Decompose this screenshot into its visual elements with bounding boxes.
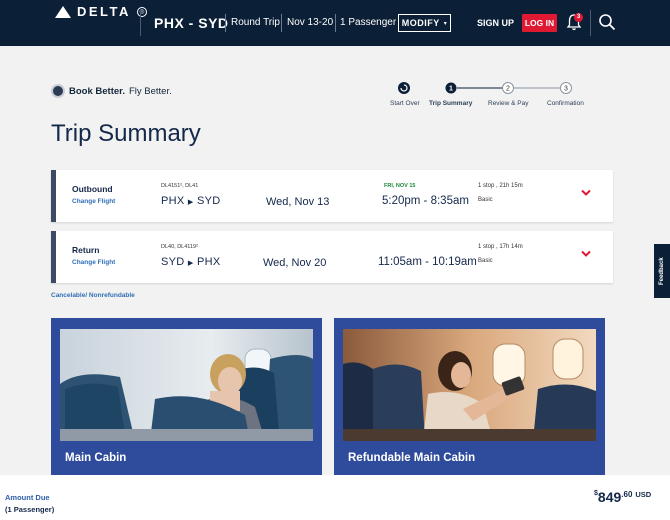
flight-numbers: DL4151², DL41 — [161, 183, 199, 189]
amount-due-label: Amount Due — [5, 493, 50, 502]
step-number: 2 — [506, 86, 510, 93]
flight-stops: 1 stop , 21h 15m — [478, 183, 523, 189]
route-destination: PHX — [196, 256, 221, 268]
main-cabin-photo — [60, 329, 313, 441]
step-start-over[interactable]: Start Over — [390, 100, 420, 107]
modify-button[interactable]: MODIFY ▾ — [398, 14, 451, 32]
brand-name: DELTA — [77, 4, 131, 19]
modify-label: MODIFY — [401, 18, 440, 28]
book-better-banner: Book Better. Fly Better. — [51, 84, 172, 98]
change-flight-link[interactable]: Change Flight — [72, 259, 115, 266]
amount-due-bar: Amount Due (1 Passenger) $849.60 USD — [0, 475, 670, 520]
header-divider — [140, 10, 141, 36]
cabin-option-refundable-main[interactable]: Refundable Main Cabin — [334, 318, 605, 475]
progress-track: 1 2 3 — [398, 82, 572, 94]
start-over-icon — [398, 82, 410, 94]
book-better-icon — [51, 84, 65, 98]
skyteam-icon: ◎ — [136, 6, 147, 17]
feedback-tab[interactable]: Feedback — [654, 244, 670, 298]
trip-type: Round Trip — [231, 17, 280, 28]
route-origin: SYD — [161, 256, 185, 268]
flight-date: Wed, Nov 13 — [266, 196, 330, 208]
trip-dates: Nov 13-20 — [287, 17, 334, 28]
flight-times: 11:05am - 10:19am — [378, 256, 477, 268]
delta-logo[interactable]: DELTA ◎ — [55, 4, 147, 19]
flight-numbers: DL40, DL4119² — [161, 244, 198, 250]
price-cents: .60 — [621, 490, 633, 499]
page-title: Trip Summary — [51, 120, 201, 147]
cabin-name: Main Cabin — [65, 452, 127, 464]
header-divider — [590, 10, 591, 36]
route-destination: SYD — [196, 195, 221, 207]
flight-stops: 1 stop , 17h 14m — [478, 244, 523, 250]
currency-code: USD — [635, 490, 652, 499]
flight-route: SYD ▶ PHX — [161, 256, 220, 268]
amount-due-passengers: (1 Passenger) — [5, 505, 55, 514]
flight-route: PHX ▶ SYD — [161, 195, 220, 207]
chevron-down-icon[interactable] — [580, 249, 592, 259]
delta-widget-icon — [55, 5, 71, 18]
route-arrow-icon: ▶ — [187, 260, 194, 267]
top-navigation-bar: DELTA ◎ PHX - SYD Round Trip Nov 13-20 1… — [0, 0, 670, 46]
chevron-down-icon[interactable] — [580, 188, 592, 198]
cancellation-policy-link[interactable]: Cancelable/ Nonrefundable — [51, 292, 135, 299]
fare-class: Basic — [478, 258, 493, 264]
flight-date: Wed, Nov 20 — [263, 257, 327, 269]
passenger-count: 1 Passenger — [340, 17, 397, 28]
search-icon[interactable] — [598, 13, 616, 31]
meta-separator — [281, 14, 282, 32]
flight-card-return[interactable]: Return Change Flight DL40, DL4119² SYD ▶… — [51, 231, 613, 283]
promo-lead: Book Better. — [69, 85, 125, 97]
flight-times: 5:20pm - 8:35am — [382, 195, 469, 207]
flight-direction: Outbound — [72, 184, 113, 194]
caret-down-icon: ▾ — [443, 20, 448, 27]
flight-direction: Return — [72, 245, 100, 255]
meta-separator — [225, 14, 226, 32]
price-whole: 849 — [597, 489, 622, 505]
total-price: $849.60 USD — [594, 489, 651, 507]
step-trip-summary: Trip Summary — [429, 100, 473, 107]
feedback-label: Feedback — [659, 257, 665, 285]
cabin-name: Refundable Main Cabin — [348, 452, 476, 464]
step-number: 1 — [449, 86, 453, 93]
notification-count-badge: 3 — [574, 13, 583, 22]
cabin-option-main[interactable]: Main Cabin — [51, 318, 322, 475]
step-review-pay: Review & Pay — [488, 100, 529, 107]
booking-progress: 1 2 3 Start Over Trip Summary Review & P… — [390, 79, 600, 109]
log-in-button[interactable]: LOG IN — [522, 14, 557, 32]
route-origin: PHX — [161, 195, 185, 207]
step-confirmation: Confirmation — [547, 100, 584, 107]
arrival-next-day: FRI, NOV 15 — [384, 183, 416, 189]
route-arrow-icon: ▶ — [187, 199, 194, 206]
promo-tail: Fly Better. — [128, 85, 172, 97]
refundable-cabin-photo — [343, 329, 596, 441]
fare-class: Basic — [478, 197, 493, 203]
flight-card-outbound[interactable]: Outbound Change Flight DL4151², DL41 PHX… — [51, 170, 613, 222]
trip-route: PHX - SYD — [154, 15, 229, 31]
change-flight-link[interactable]: Change Flight — [72, 198, 115, 205]
sign-up-link[interactable]: SIGN UP — [477, 18, 514, 28]
step-number: 3 — [564, 86, 568, 93]
meta-separator — [335, 14, 336, 32]
